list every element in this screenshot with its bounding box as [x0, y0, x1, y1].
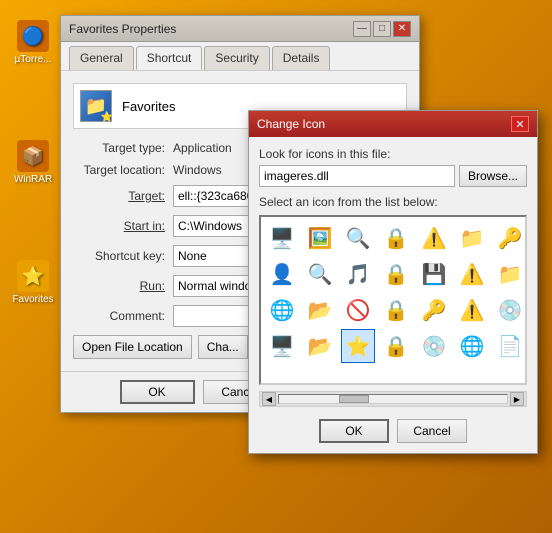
scrollbar[interactable]: ◀ ▶ [259, 391, 527, 407]
icon-cell[interactable]: 🔑 [493, 221, 527, 255]
icon-cell[interactable]: 🚫 [341, 293, 375, 327]
icon-cell[interactable]: 📁 [455, 221, 489, 255]
tab-security[interactable]: Security [204, 46, 269, 70]
icon-cell[interactable]: ⚠️ [417, 221, 451, 255]
prop-icon: 📁 [80, 90, 112, 122]
icon-cell[interactable]: 💾 [417, 257, 451, 291]
icon-cell[interactable]: 👤 [265, 257, 299, 291]
favorites-dialog-titlebar: Favorites Properties — □ ✕ [61, 16, 419, 42]
titlebar-controls: — □ ✕ [353, 21, 411, 37]
start-in-label: Start in: [73, 219, 173, 233]
desktop-icon-winrar[interactable]: 📦 WinRAR [8, 140, 58, 185]
change-icon-content: Look for icons in this file: Browse... S… [249, 137, 537, 453]
comment-label: Comment: [73, 309, 173, 323]
icon-cell[interactable]: 🎵 [341, 257, 375, 291]
icon-cell[interactable]: 🔒 [379, 293, 413, 327]
target-location-label: Target location: [73, 163, 173, 177]
change-icon-dialog: Change Icon ✕ Look for icons in this fil… [248, 110, 538, 454]
tab-shortcut[interactable]: Shortcut [136, 46, 203, 70]
open-file-location-button[interactable]: Open File Location [73, 335, 192, 359]
prop-name: Favorites [122, 99, 175, 114]
target-type-label: Target type: [73, 141, 173, 155]
icon-grid-container: 🖥️ 🖼️ 🔍 🔒 ⚠️ 📁 🔑 👤 🔍 🎵 🔒 💾 ⚠️ 📁 🌐 📂 🚫 [259, 215, 527, 385]
icon-grid: 🖥️ 🖼️ 🔍 🔒 ⚠️ 📁 🔑 👤 🔍 🎵 🔒 💾 ⚠️ 📁 🌐 📂 🚫 [261, 217, 525, 367]
icon-cell[interactable]: 🔒 [379, 329, 413, 363]
icon-cell[interactable]: 🌐 [455, 329, 489, 363]
scroll-right-arrow[interactable]: ▶ [510, 392, 524, 406]
icon-cell[interactable]: 🖼️ [303, 221, 337, 255]
change-icon-cancel-button[interactable]: Cancel [397, 419, 467, 443]
scroll-thumb[interactable] [339, 395, 369, 403]
icon-cell[interactable]: 🔒 [379, 221, 413, 255]
minimize-button[interactable]: — [353, 21, 371, 37]
target-type-value: Application [173, 141, 232, 155]
file-row: Browse... [259, 165, 527, 187]
icon-cell[interactable]: 🔒 [379, 257, 413, 291]
icon-cell[interactable]: 💿 [493, 293, 527, 327]
scroll-left-arrow[interactable]: ◀ [262, 392, 276, 406]
target-location-value: Windows [173, 163, 222, 177]
change-icon-titlebar: Change Icon ✕ [249, 111, 537, 137]
favorites-dialog-title: Favorites Properties [69, 22, 176, 36]
icon-cell[interactable]: 🖥️ [265, 329, 299, 363]
change-icon-close-button[interactable]: ✕ [511, 116, 529, 132]
icon-cell[interactable]: ⭐ [341, 329, 375, 363]
icon-cell[interactable]: 📂 [303, 293, 337, 327]
tab-general[interactable]: General [69, 46, 134, 70]
icon-cell[interactable]: 🔍 [341, 221, 375, 255]
icon-cell[interactable]: 🔍 [303, 257, 337, 291]
browse-button[interactable]: Browse... [459, 165, 527, 187]
file-input[interactable] [259, 165, 455, 187]
target-label: Target: [73, 189, 173, 203]
change-icon-title: Change Icon [257, 117, 325, 131]
run-label: Run: [73, 279, 173, 293]
tab-details[interactable]: Details [272, 46, 331, 70]
select-label: Select an icon from the list below: [259, 195, 527, 209]
change-icon-footer: OK Cancel [259, 415, 527, 443]
tab-bar: General Shortcut Security Details [61, 42, 419, 71]
icon-cell[interactable]: 📂 [303, 329, 337, 363]
scroll-track[interactable] [278, 394, 508, 404]
file-label: Look for icons in this file: [259, 147, 527, 161]
icon-cell[interactable]: 📄 [493, 329, 527, 363]
ok-button[interactable]: OK [120, 380, 195, 404]
icon-cell[interactable]: 📁 [493, 257, 527, 291]
change-icon-button[interactable]: Cha... [198, 335, 248, 359]
change-icon-ok-button[interactable]: OK [319, 419, 389, 443]
icon-cell[interactable]: 🌐 [265, 293, 299, 327]
icon-cell[interactable]: ⚠️ [455, 257, 489, 291]
close-button[interactable]: ✕ [393, 21, 411, 37]
icon-cell[interactable]: 🔑 [417, 293, 451, 327]
icon-cell[interactable]: 💿 [417, 329, 451, 363]
icon-cell[interactable]: 🖥️ [265, 221, 299, 255]
shortcut-key-label: Shortcut key: [73, 249, 173, 263]
maximize-button[interactable]: □ [373, 21, 391, 37]
desktop-icon-utorrent[interactable]: 🔵 µTorre... [8, 20, 58, 65]
desktop-icon-favorites[interactable]: ⭐ Favorites [8, 260, 58, 305]
icon-cell[interactable]: ⚠️ [455, 293, 489, 327]
